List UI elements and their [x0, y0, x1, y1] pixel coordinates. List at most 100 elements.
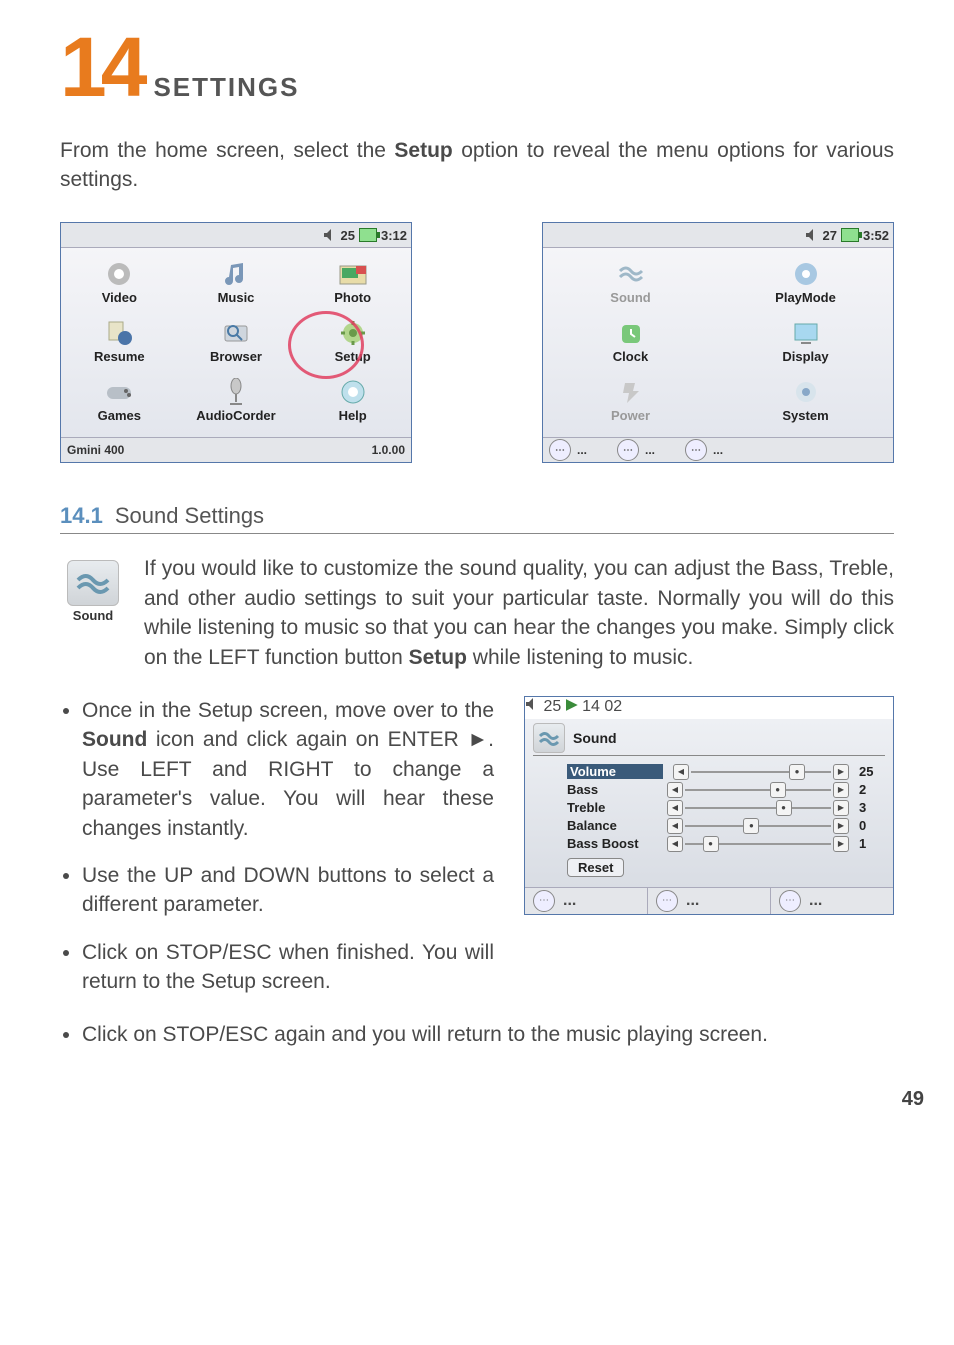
- menu-item-video[interactable]: Video: [61, 254, 178, 313]
- photo-icon: [335, 258, 371, 290]
- intro-pre: From the home screen, select the: [60, 139, 394, 162]
- softkey-label: ...: [645, 443, 655, 457]
- chapter-title: SETTINGS: [153, 72, 299, 103]
- menu-item-games[interactable]: Games: [61, 372, 178, 431]
- menu-item-system[interactable]: System: [718, 372, 893, 431]
- label: Power: [611, 408, 650, 423]
- slider[interactable]: ◀ ● ▶: [667, 836, 849, 852]
- slider-right-icon[interactable]: ▶: [833, 836, 849, 852]
- bottom-bar: ⋯... ⋯... ⋯...: [543, 437, 893, 462]
- slider-left-icon[interactable]: ◀: [667, 836, 683, 852]
- volume-icon: [525, 697, 539, 711]
- softkey-icon[interactable]: ⋯: [656, 890, 678, 912]
- menu-item-playmode[interactable]: PlayMode: [718, 254, 893, 313]
- screen-title: Sound: [573, 730, 617, 746]
- slider-thumb[interactable]: ●: [776, 800, 792, 816]
- param-label: Balance: [567, 818, 657, 833]
- volume-icon: [805, 228, 819, 242]
- param-row[interactable]: Treble◀●▶3: [533, 800, 885, 816]
- sound-settings-device: 25 14 02 Sound Volume◀●▶25Bass◀●▶2Treble…: [524, 696, 894, 915]
- param-label: Bass: [567, 782, 657, 797]
- slider-left-icon[interactable]: ◀: [667, 800, 683, 816]
- menu-item-power[interactable]: Power: [543, 372, 718, 431]
- bullet-list: Once in the Setup screen, move over to t…: [60, 696, 494, 1015]
- reset-button[interactable]: Reset: [567, 858, 624, 877]
- page-number: 49: [0, 1070, 954, 1111]
- bottom-bar: Gmini 400 1.0.00: [61, 437, 411, 462]
- softkey-label: ...: [713, 443, 723, 457]
- slider[interactable]: ◀ ● ▶: [667, 782, 849, 798]
- slider-left-icon[interactable]: ◀: [667, 782, 683, 798]
- param-row[interactable]: Bass Boost◀●▶1: [533, 836, 885, 852]
- intro-paragraph: From the home screen, select the Setup o…: [60, 136, 894, 195]
- volume-value: 25: [341, 228, 355, 243]
- slider-left-icon[interactable]: ◀: [673, 764, 689, 780]
- slider-thumb[interactable]: ●: [743, 818, 759, 834]
- menu-item-photo[interactable]: Photo: [294, 254, 411, 313]
- setup-screen-device: 27 3:52 Sound PlayMode Clock: [542, 222, 894, 463]
- time-value: 14 02: [582, 698, 622, 715]
- softkey-icon[interactable]: ⋯: [617, 439, 639, 461]
- label: Help: [339, 408, 367, 423]
- slider[interactable]: ◀ ● ▶: [667, 800, 849, 816]
- label: Resume: [94, 349, 145, 364]
- bullet-item: Click on STOP/ESC when finished. You wil…: [82, 938, 494, 997]
- slider-right-icon[interactable]: ▶: [833, 818, 849, 834]
- softkey-icon[interactable]: ⋯: [549, 439, 571, 461]
- label: Setup: [335, 349, 371, 364]
- label: Photo: [334, 290, 371, 305]
- slider-right-icon[interactable]: ▶: [833, 800, 849, 816]
- games-icon: [101, 376, 137, 408]
- menu-item-audiocorder[interactable]: AudioCorder: [178, 372, 295, 431]
- slider-left-icon[interactable]: ◀: [667, 818, 683, 834]
- menu-item-help[interactable]: Help: [294, 372, 411, 431]
- audiocorder-icon: [218, 376, 254, 408]
- bullet-item: Use the UP and DOWN buttons to select a …: [82, 861, 494, 920]
- slider[interactable]: ◀ ● ▶: [673, 764, 849, 780]
- menu-item-setup[interactable]: Setup: [294, 313, 411, 372]
- status-bar: 25 14 02: [525, 697, 893, 719]
- menu-item-resume[interactable]: Resume: [61, 313, 178, 372]
- text: Once in the Setup screen, move over to t…: [82, 699, 494, 722]
- menu-item-sound[interactable]: Sound: [543, 254, 718, 313]
- status-bar: 27 3:52: [543, 223, 893, 248]
- bottom-bar: ⋯... ⋯... ⋯...: [525, 887, 893, 914]
- menu-item-browser[interactable]: Browser: [178, 313, 295, 372]
- music-icon: [218, 258, 254, 290]
- intro-bold: Setup: [394, 139, 452, 162]
- system-icon: [788, 376, 824, 408]
- param-row[interactable]: Volume◀●▶25: [533, 764, 885, 780]
- clock-icon: [613, 317, 649, 349]
- firmware-version: 1.0.00: [372, 443, 405, 457]
- slider-right-icon[interactable]: ▶: [833, 782, 849, 798]
- bullet-item: Click on STOP/ESC again and you will ret…: [82, 1020, 894, 1049]
- menu-item-music[interactable]: Music: [178, 254, 295, 313]
- softkey-icon[interactable]: ⋯: [685, 439, 707, 461]
- label: PlayMode: [775, 290, 836, 305]
- slider-thumb[interactable]: ●: [703, 836, 719, 852]
- softkey-icon[interactable]: ⋯: [779, 890, 801, 912]
- param-row[interactable]: Bass◀●▶2: [533, 782, 885, 798]
- param-label: Treble: [567, 800, 657, 815]
- bullet-list-continued: Click on STOP/ESC again and you will ret…: [60, 1020, 894, 1049]
- softkey-label: ...: [809, 892, 822, 910]
- setup-icon: [335, 317, 371, 349]
- param-value: 25: [859, 764, 885, 779]
- menu-item-display[interactable]: Display: [718, 313, 893, 372]
- power-icon: [613, 376, 649, 408]
- device-name: Gmini 400: [67, 443, 124, 457]
- slider[interactable]: ◀ ● ▶: [667, 818, 849, 834]
- slider-thumb[interactable]: ●: [789, 764, 805, 780]
- clock-value: 3:52: [863, 228, 889, 243]
- playmode-icon: [788, 258, 824, 290]
- slider-right-icon[interactable]: ▶: [833, 764, 849, 780]
- label: Music: [218, 290, 255, 305]
- param-row[interactable]: Balance◀●▶0: [533, 818, 885, 834]
- label: System: [782, 408, 828, 423]
- display-icon: [788, 317, 824, 349]
- softkey-icon[interactable]: ⋯: [533, 890, 555, 912]
- sound-icon: [613, 258, 649, 290]
- slider-thumb[interactable]: ●: [770, 782, 786, 798]
- menu-item-clock[interactable]: Clock: [543, 313, 718, 372]
- bullet-item: Once in the Setup screen, move over to t…: [82, 696, 494, 843]
